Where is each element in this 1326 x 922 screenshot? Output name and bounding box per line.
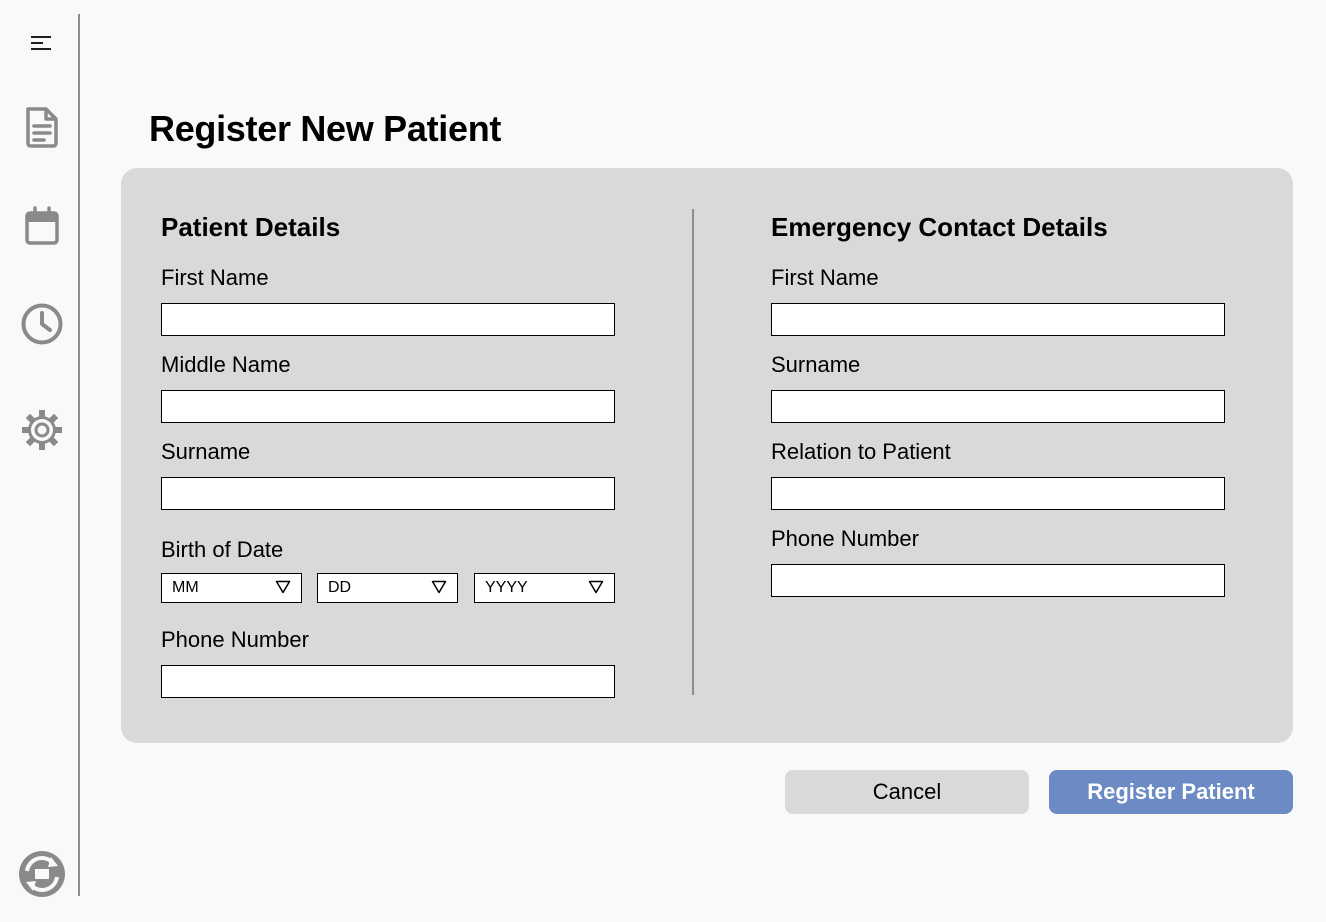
birth-day-select[interactable]: DD — [317, 573, 458, 603]
chevron-down-icon — [588, 580, 604, 594]
sync-button[interactable] — [16, 848, 68, 900]
cancel-button[interactable]: Cancel — [785, 770, 1029, 814]
birth-day-value: DD — [328, 579, 352, 596]
emergency-surname-label: Surname — [771, 352, 861, 377]
patient-surname-input[interactable] — [161, 477, 615, 510]
birth-year-select[interactable]: YYYY — [474, 573, 615, 603]
sidebar-item-documents[interactable] — [16, 101, 68, 153]
emergency-surname-input[interactable] — [771, 390, 1225, 423]
emergency-first-name-input[interactable] — [771, 303, 1225, 336]
patient-middle-name-input[interactable] — [161, 390, 615, 423]
patient-details-title: Patient Details — [161, 212, 341, 242]
chevron-down-icon — [431, 580, 447, 594]
sidebar-divider — [78, 14, 80, 896]
birth-year-value: YYYY — [485, 579, 528, 596]
document-icon — [26, 107, 58, 148]
emergency-phone-label: Phone Number — [771, 526, 919, 551]
birth-month-value: MM — [172, 579, 199, 596]
page-title: Register New Patient — [149, 108, 502, 149]
sidebar-item-calendar[interactable] — [16, 200, 68, 252]
patient-phone-input[interactable] — [161, 665, 615, 698]
registration-form-card: Patient Details First Name Middle Name S… — [121, 168, 1293, 743]
patient-first-name-input[interactable] — [161, 303, 615, 336]
clock-icon — [21, 303, 63, 345]
calendar-icon — [25, 206, 59, 245]
menu-icon — [31, 36, 51, 50]
relation-input[interactable] — [771, 477, 1225, 510]
sync-icon — [19, 851, 65, 897]
gear-icon — [22, 410, 62, 450]
sidebar-item-settings[interactable] — [16, 404, 68, 456]
birth-date-label: Birth of Date — [161, 537, 284, 562]
chevron-down-icon — [275, 580, 291, 594]
register-patient-button[interactable]: Register Patient — [1049, 770, 1293, 814]
patient-surname-label: Surname — [161, 439, 251, 464]
patient-phone-label: Phone Number — [161, 627, 309, 652]
patient-first-name-label: First Name — [161, 265, 269, 290]
relation-label: Relation to Patient — [771, 439, 951, 464]
emergency-contact-title: Emergency Contact Details — [771, 212, 1108, 242]
section-divider — [692, 209, 694, 695]
sidebar — [0, 0, 80, 922]
emergency-phone-input[interactable] — [771, 564, 1225, 597]
patient-middle-name-label: Middle Name — [161, 352, 291, 377]
sidebar-item-history[interactable] — [16, 298, 68, 350]
menu-button[interactable] — [16, 18, 68, 70]
birth-month-select[interactable]: MM — [161, 573, 302, 603]
emergency-first-name-label: First Name — [771, 265, 879, 290]
